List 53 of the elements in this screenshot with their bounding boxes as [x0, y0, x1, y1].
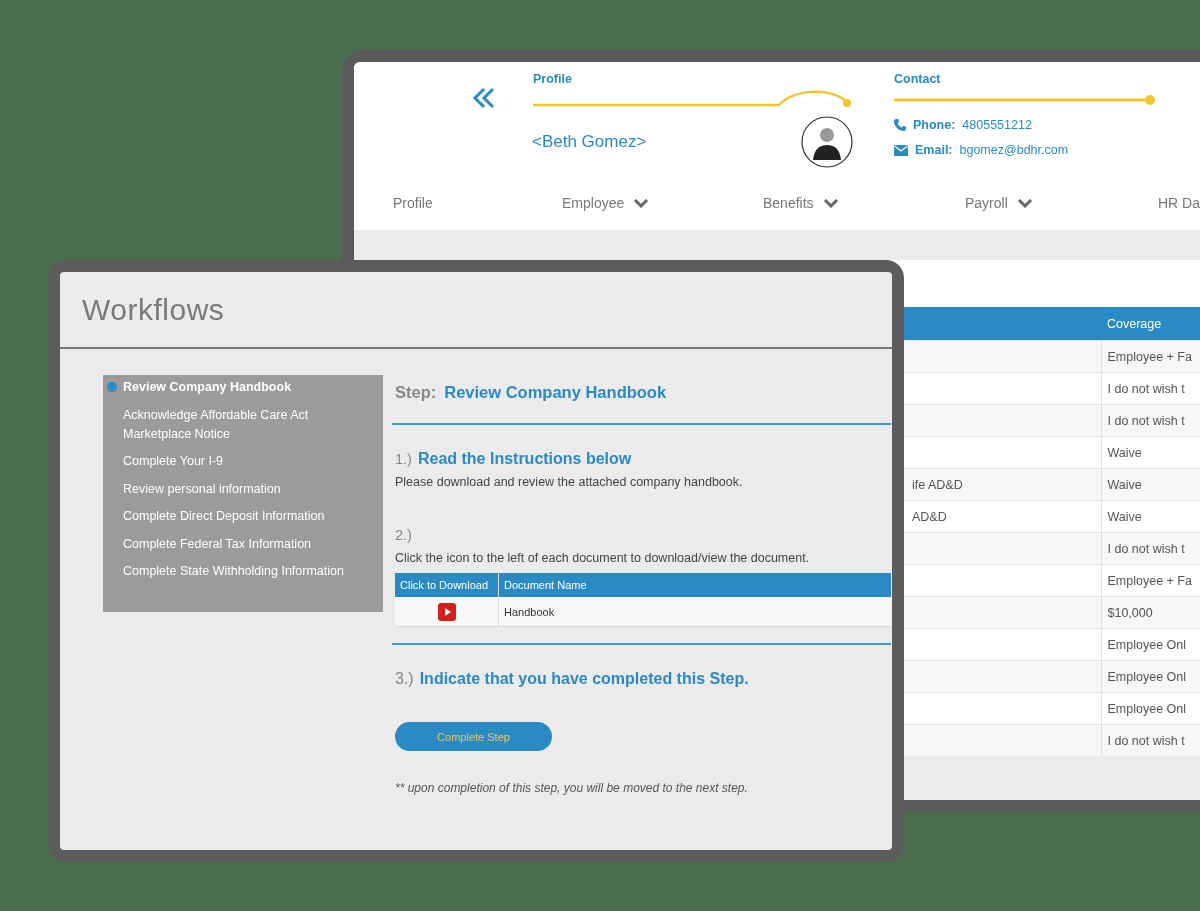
table-cell: Waive [1101, 468, 1200, 501]
step-label: Step: [395, 382, 437, 402]
section-number: 1.) [395, 451, 412, 467]
table-header-cell: Coverage [1101, 307, 1200, 341]
table-cell: $10,000 [1101, 596, 1200, 629]
table-cell: Employee Onl [1101, 660, 1200, 693]
section-heading: Read the Instructions below [417, 450, 632, 468]
avatar-icon [801, 116, 853, 168]
profile-label: Profile [533, 72, 573, 86]
step-item[interactable]: Complete Your I-9 [111, 452, 383, 471]
step-title: Review Company Handbook [444, 382, 667, 402]
cell-text: ife AD&D [912, 477, 963, 492]
phone-number: 4805551212 [962, 118, 1032, 132]
double-chevron-left-icon[interactable] [472, 86, 496, 110]
footnote-text: ** upon completion of this step, you will be moved to the next step. [395, 781, 749, 795]
phone-label: Phone: [913, 118, 956, 132]
complete-step-button[interactable]: Complete Step [395, 722, 552, 751]
employee-name: <Beth Gomez> [532, 132, 647, 152]
table-cell: Employee + Fa [1101, 340, 1200, 373]
table-cell: Handbook [498, 597, 891, 627]
instruction-text: Click the icon to the left of each document to download/view the document. [395, 551, 811, 565]
envelope-icon [894, 144, 908, 156]
chevron-down-icon [633, 198, 650, 208]
chevron-down-icon [822, 198, 839, 208]
email-label: Email: [915, 143, 953, 157]
nav-menu-item[interactable]: HR Da [1158, 192, 1200, 214]
step-item[interactable]: Complete Federal Tax Information [111, 534, 383, 554]
instruction-text: Please download and review the attached company handbook. [395, 475, 744, 489]
table-cell: I do not wish t [1101, 404, 1200, 437]
step-item[interactable]: Complete Direct Deposit Information [111, 507, 383, 526]
nav-menu-item[interactable]: Profile [393, 192, 433, 214]
section-number: 2.) [395, 527, 412, 543]
play-icon[interactable] [437, 602, 456, 621]
table-cell: I do not wish t [1101, 532, 1200, 565]
email-link[interactable]: bgomez@bdhr.com [959, 143, 1069, 157]
phone-icon [894, 119, 906, 131]
nav-menu-item[interactable]: Employee [562, 192, 650, 214]
step-item[interactable]: Complete State Withholding Information [111, 562, 383, 581]
step-item[interactable]: Review personal information [111, 479, 383, 499]
step-item[interactable]: Review Company Handbook [111, 378, 383, 397]
chevron-down-icon [1016, 198, 1033, 208]
contact-label: Contact [894, 72, 942, 86]
step-item[interactable]: Acknowledge Affordable Care Act Marketplace Notice [111, 405, 383, 444]
nav-menu-item[interactable]: Benefits [763, 192, 839, 214]
cell-text: AD&D [912, 509, 947, 524]
current-dot-icon [107, 382, 117, 392]
table-header-cell: Click to Download [395, 573, 499, 597]
table-cell: I do not wish t [1101, 724, 1200, 756]
section-number: 3.) [395, 670, 414, 688]
nav-menu-item[interactable]: Payroll [965, 192, 1033, 214]
window-title: Workflows [82, 292, 225, 327]
section-heading: Indicate that you have completed this Step. [419, 670, 749, 688]
table-header-cell: Document Name [498, 573, 891, 597]
